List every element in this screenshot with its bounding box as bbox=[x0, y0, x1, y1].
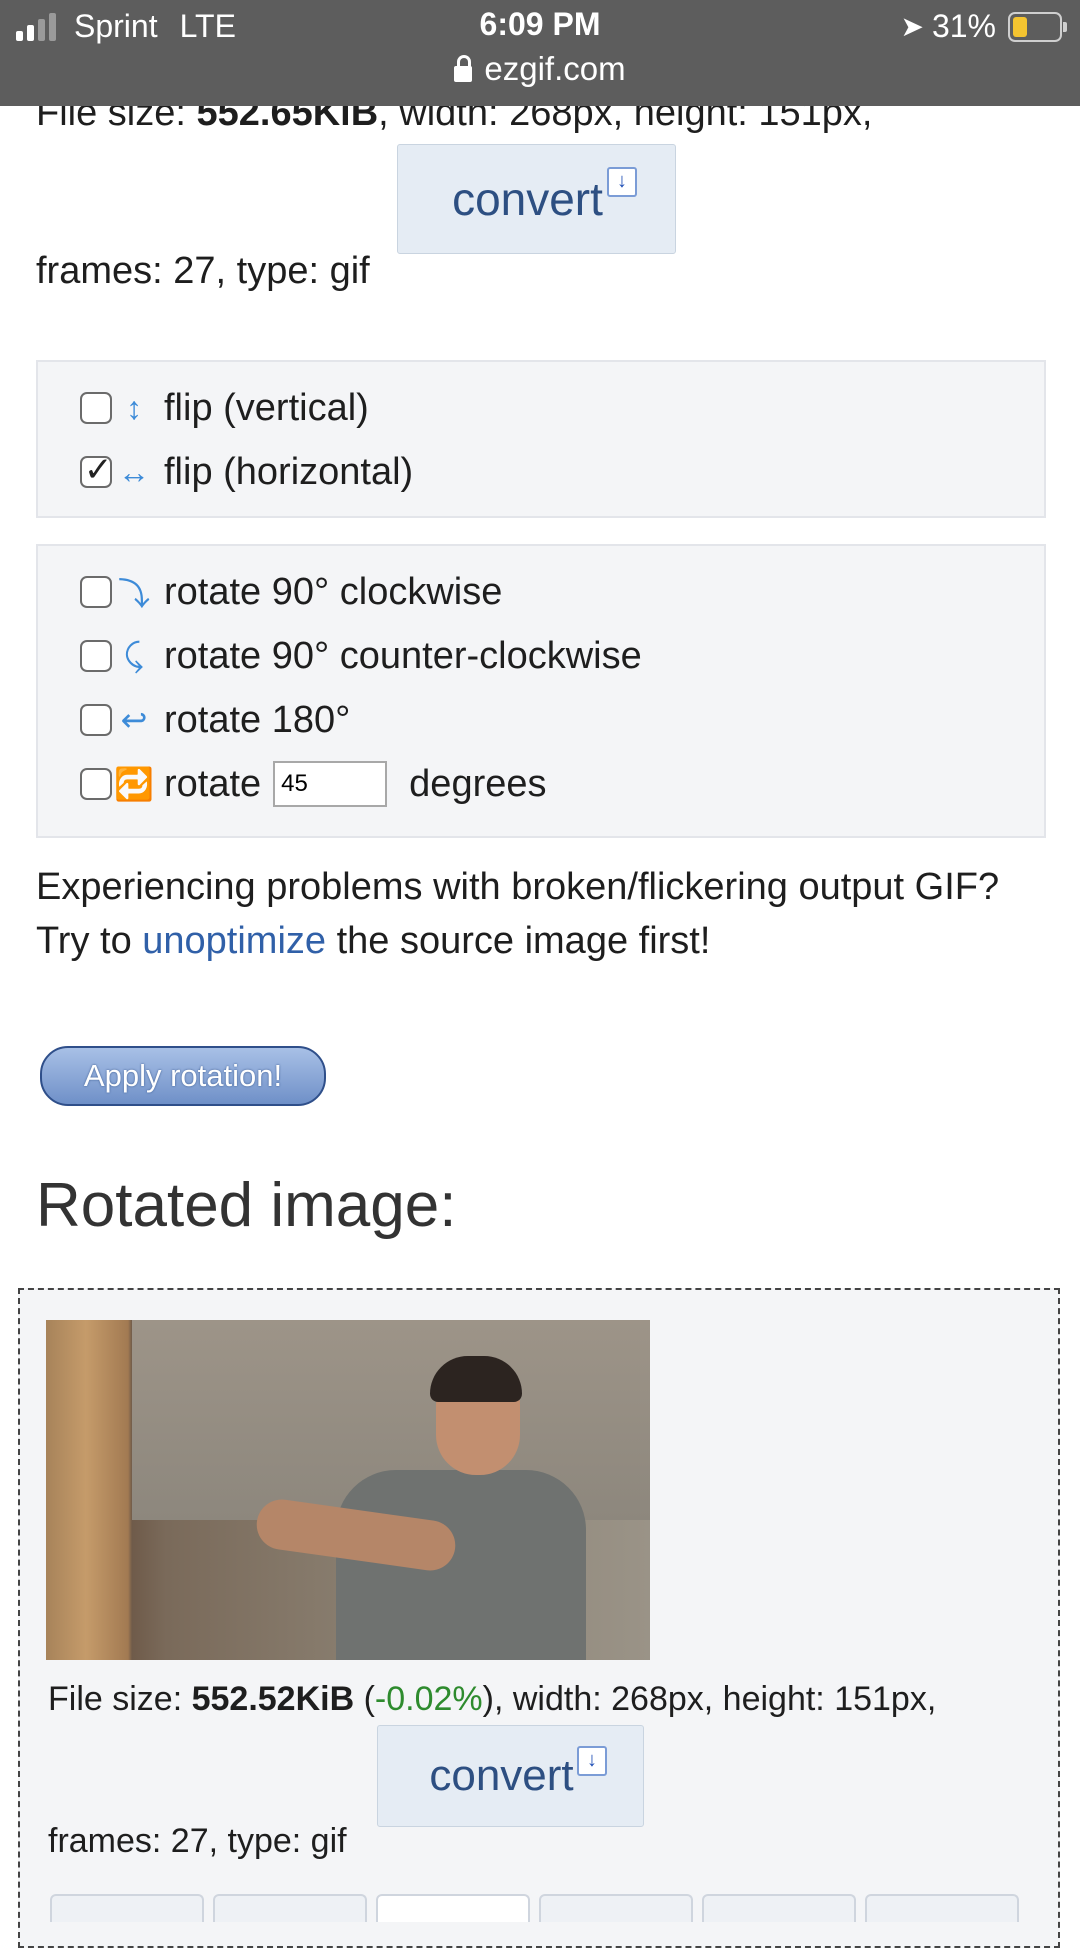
degrees-input[interactable] bbox=[273, 761, 388, 807]
flip-options-panel: ↕ flip (vertical) ↔ flip (horizontal) bbox=[36, 360, 1046, 518]
rotate-custom-icon: 🔁 bbox=[114, 766, 154, 802]
location-arrow-icon: ➤ bbox=[900, 11, 924, 42]
tool-thumbnail[interactable] bbox=[702, 1894, 856, 1922]
option-flip-vertical[interactable]: ↕ flip (vertical) bbox=[80, 382, 369, 434]
option-label: flip (vertical) bbox=[164, 386, 369, 429]
rotate-180-checkbox[interactable] bbox=[80, 704, 112, 736]
notice-line-1: Experiencing problems with broken/flicke… bbox=[36, 866, 1000, 908]
unoptimize-link[interactable]: unoptimize bbox=[142, 920, 326, 962]
option-label: flip (horizontal) bbox=[164, 450, 414, 493]
convert-button[interactable]: convert ↓ bbox=[397, 144, 676, 254]
notice-text: Try to bbox=[36, 920, 143, 962]
tool-thumbnail[interactable] bbox=[539, 1894, 693, 1922]
option-label: rotate 90° clockwise bbox=[164, 570, 503, 613]
notice-text: the source image first! bbox=[326, 920, 711, 962]
address-bar[interactable]: ezgif.com bbox=[0, 50, 1080, 88]
rotate-cw-checkbox[interactable] bbox=[80, 576, 112, 608]
size-delta: -0.02% bbox=[374, 1680, 483, 1718]
convert-label: convert bbox=[452, 173, 603, 225]
file-size-value: 552.52KiB bbox=[191, 1680, 355, 1718]
status-bar: Sprint LTE 6:09 PM ezgif.com ➤ 31% bbox=[0, 0, 1080, 106]
result-file-info: File size: 552.52KiB (-0.02%), width: 26… bbox=[48, 1680, 936, 1719]
apply-rotation-button[interactable]: Apply rotation! bbox=[40, 1046, 326, 1106]
download-icon: ↓ bbox=[607, 167, 637, 197]
lock-icon bbox=[454, 55, 473, 82]
option-label: rotate 180° bbox=[164, 698, 351, 741]
degrees-label: degrees bbox=[409, 762, 547, 805]
option-flip-horizontal[interactable]: ↔ flip (horizontal) bbox=[80, 446, 413, 498]
convert-label: convert bbox=[429, 1751, 574, 1800]
rotate-clockwise-icon: ⤵ bbox=[118, 576, 151, 612]
battery-icon bbox=[1008, 11, 1067, 42]
flip-horizontal-checkbox[interactable] bbox=[80, 450, 113, 490]
rotate-ccw-checkbox[interactable] bbox=[80, 640, 112, 672]
status-right: ➤ 31% bbox=[900, 8, 1067, 45]
option-rotate-ccw[interactable]: ⤹ rotate 90° counter-clockwise bbox=[80, 630, 642, 682]
option-rotate-180[interactable]: ↩ rotate 180° bbox=[80, 694, 350, 746]
horizontal-arrows-icon: ↔ bbox=[118, 453, 150, 490]
rotate-180-icon: ↩ bbox=[120, 702, 148, 738]
source-frames-info: frames: 27, type: gif bbox=[36, 250, 370, 292]
result-heading: Rotated image: bbox=[36, 1171, 457, 1240]
rotate-custom-checkbox[interactable] bbox=[80, 768, 112, 800]
rotate-counterclockwise-icon: ⤹ bbox=[124, 637, 144, 673]
result-convert-button[interactable]: convert ↓ bbox=[377, 1725, 644, 1827]
option-rotate-cw[interactable]: ⤵ rotate 90° clockwise bbox=[80, 566, 502, 618]
tool-thumbnail[interactable] bbox=[865, 1894, 1019, 1922]
tool-thumbnail[interactable] bbox=[376, 1894, 530, 1922]
rotate-options-panel: ⤵ rotate 90° clockwise ⤹ rotate 90° coun… bbox=[36, 544, 1046, 838]
tool-thumbnail[interactable] bbox=[50, 1894, 204, 1922]
battery-percent: 31% bbox=[931, 8, 996, 44]
result-frames-info: frames: 27, type: gif bbox=[48, 1822, 347, 1860]
vertical-arrows-icon: ↕ bbox=[126, 389, 142, 426]
file-size-label: File size: bbox=[48, 1680, 192, 1718]
url-text: ezgif.com bbox=[484, 50, 626, 87]
download-icon: ↓ bbox=[577, 1746, 607, 1776]
flip-vertical-checkbox[interactable] bbox=[80, 392, 112, 424]
rotated-image-preview[interactable] bbox=[46, 1320, 650, 1660]
option-label: rotate 90° counter-clockwise bbox=[164, 634, 642, 677]
image-figure-body bbox=[336, 1470, 586, 1660]
option-label: rotate bbox=[164, 762, 262, 805]
tool-thumbnail[interactable] bbox=[213, 1894, 367, 1922]
paren: ( bbox=[354, 1680, 375, 1718]
dimensions-text: ), width: 268px, height: 151px, bbox=[482, 1680, 937, 1718]
notice-line-2: Try to unoptimize the source image first… bbox=[36, 920, 710, 963]
option-rotate-custom[interactable]: 🔁 rotate degrees bbox=[80, 758, 547, 810]
